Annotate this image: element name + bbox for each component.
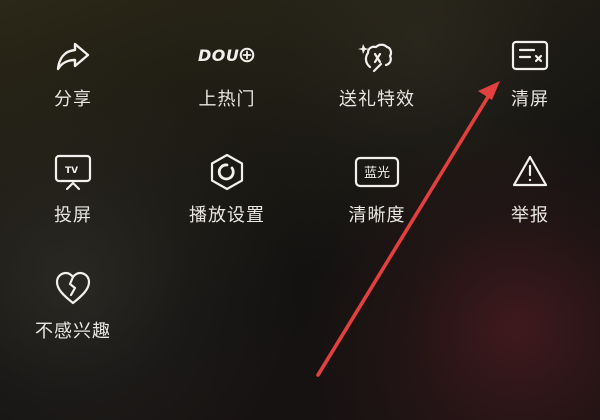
dou-plus-icon: DOU — [195, 36, 259, 76]
report-label: 举报 — [511, 205, 549, 226]
not-interested-label: 不感兴趣 — [35, 321, 111, 342]
tv-cast-icon: TV — [53, 152, 93, 192]
gift-effect-label: 送礼特效 — [339, 89, 415, 110]
hexagon-settings-icon — [207, 152, 247, 192]
clear-screen-label: 清屏 — [511, 89, 549, 110]
clear-screen-button[interactable]: 清屏 — [475, 36, 585, 136]
bluray-quality-icon: 蓝光 — [353, 152, 401, 192]
broken-heart-icon — [53, 268, 93, 308]
playback-settings-label: 播放设置 — [189, 205, 265, 226]
share-panel: 分享 DOU 上热门 送礼特效 清屏 TV 投屏 播放设置 蓝光 清晰度 举报 … — [0, 0, 600, 420]
tv-cast-icon-text: TV — [65, 166, 78, 176]
tv-cast-label: 投屏 — [54, 205, 92, 226]
clear-screen-icon — [510, 36, 550, 76]
playback-settings-button[interactable]: 播放设置 — [172, 152, 282, 252]
not-interested-button[interactable]: 不感兴趣 — [18, 268, 128, 368]
gift-effect-button[interactable]: 送礼特效 — [322, 36, 432, 136]
quality-button[interactable]: 蓝光 清晰度 — [322, 152, 432, 252]
share-button[interactable]: 分享 — [18, 36, 128, 136]
dou-plus-icon-text: DOU — [198, 46, 239, 65]
dou-plus-button[interactable]: DOU 上热门 — [172, 36, 282, 136]
quality-label: 清晰度 — [348, 205, 406, 226]
dou-plus-label: 上热门 — [198, 89, 256, 110]
report-button[interactable]: 举报 — [475, 152, 585, 252]
share-arrow-icon — [53, 36, 93, 76]
warning-triangle-icon — [510, 152, 550, 192]
tv-cast-button[interactable]: TV 投屏 — [18, 152, 128, 252]
bluray-quality-icon-text: 蓝光 — [364, 166, 390, 181]
share-label: 分享 — [54, 89, 92, 110]
gift-effect-icon — [357, 36, 397, 76]
